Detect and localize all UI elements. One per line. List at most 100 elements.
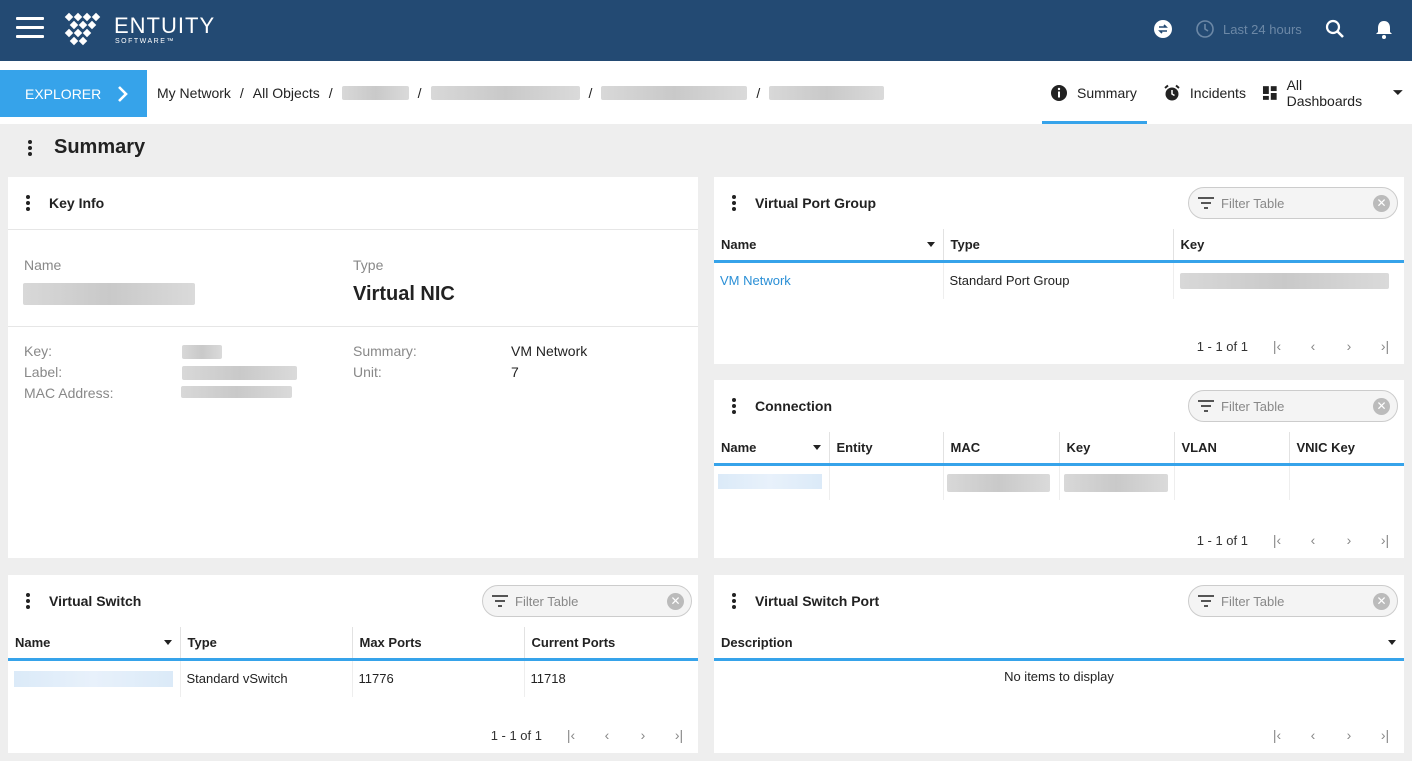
table-row[interactable]: VM Network Standard Port Group	[714, 261, 1404, 299]
summary-value: VM Network	[511, 343, 588, 359]
pagination: |‹ ‹ › ›|	[1270, 727, 1392, 743]
table-row[interactable]: Standard vSwitch 11776 11718	[8, 659, 698, 697]
filter-table-input[interactable]: Filter Table ✕	[1188, 187, 1398, 219]
column-header-key[interactable]: Key	[1059, 432, 1175, 466]
prev-page-icon[interactable]: ‹	[1306, 338, 1320, 354]
table-row[interactable]	[714, 464, 1404, 500]
panel-menu-icon[interactable]	[26, 593, 32, 609]
breadcrumb-item[interactable]: My Network	[157, 85, 231, 101]
page-header: Summary	[28, 136, 145, 159]
panel-menu-icon[interactable]	[732, 398, 738, 414]
last-page-icon[interactable]: ›|	[1378, 338, 1392, 354]
next-page-icon[interactable]: ›	[1342, 727, 1356, 743]
column-header-name[interactable]: Name	[714, 229, 944, 263]
column-header-description[interactable]: Description	[714, 627, 1404, 661]
breadcrumb-separator: /	[756, 85, 761, 101]
alarm-clock-icon	[1164, 84, 1180, 100]
panel-title: Virtual Switch Port	[755, 593, 880, 609]
sort-caret-icon[interactable]	[1388, 640, 1396, 645]
panel-menu-icon[interactable]	[732, 593, 738, 609]
sync-icon[interactable]	[1152, 18, 1174, 40]
name-value-redacted	[23, 283, 195, 305]
divider	[8, 229, 698, 230]
explorer-label: EXPLORER	[25, 85, 102, 102]
clock-icon	[1196, 20, 1214, 38]
first-page-icon[interactable]: |‹	[1270, 727, 1284, 743]
column-header-type[interactable]: Type	[180, 627, 353, 661]
cell-entity	[829, 464, 944, 500]
next-page-icon[interactable]: ›	[1342, 532, 1356, 548]
column-header-vlan[interactable]: VLAN	[1174, 432, 1290, 466]
prev-page-icon[interactable]: ‹	[1306, 727, 1320, 743]
cell-type: Standard vSwitch	[180, 659, 353, 697]
clear-icon[interactable]: ✕	[1373, 593, 1390, 610]
cell-name[interactable]	[8, 659, 181, 697]
cell-mac	[943, 464, 1060, 500]
filter-icon	[1198, 400, 1214, 412]
column-header-key[interactable]: Key	[1173, 229, 1404, 263]
search-icon[interactable]	[1324, 18, 1346, 40]
breadcrumb-item-redacted[interactable]	[430, 86, 580, 100]
filter-placeholder: Filter Table	[1221, 593, 1285, 609]
bell-icon[interactable]	[1373, 18, 1395, 40]
breadcrumb-separator: /	[417, 85, 422, 101]
panel-menu-icon[interactable]	[732, 195, 738, 211]
mac-address-label: MAC Address:	[24, 385, 114, 401]
last-page-icon[interactable]: ›|	[1378, 727, 1392, 743]
tab-summary[interactable]: Summary	[1042, 61, 1147, 124]
column-header-name[interactable]: Name	[714, 432, 830, 466]
cell-name[interactable]	[714, 464, 830, 500]
clear-icon[interactable]: ✕	[667, 593, 684, 610]
clear-icon[interactable]: ✕	[1373, 195, 1390, 212]
connection-panel: Connection Filter Table ✕ Name Entity MA…	[714, 380, 1404, 558]
clear-icon[interactable]: ✕	[1373, 398, 1390, 415]
prev-page-icon[interactable]: ‹	[600, 727, 614, 743]
sort-caret-icon[interactable]	[163, 640, 172, 645]
logo-subtext: SOFTWARE™	[115, 38, 175, 45]
cell-key	[1173, 261, 1404, 299]
next-page-icon[interactable]: ›	[1342, 338, 1356, 354]
menu-icon[interactable]	[16, 17, 44, 39]
tab-incidents[interactable]: Incidents	[1155, 61, 1254, 124]
next-page-icon[interactable]: ›	[636, 727, 650, 743]
filter-table-input[interactable]: Filter Table ✕	[1188, 390, 1398, 422]
breadcrumb-item-redacted[interactable]	[341, 86, 409, 100]
sort-caret-icon[interactable]	[812, 445, 821, 450]
panel-title: Virtual Switch	[49, 593, 142, 609]
breadcrumb-item-redacted[interactable]	[769, 86, 885, 100]
cell-name: VM Network	[714, 261, 944, 299]
column-header-entity[interactable]: Entity	[829, 432, 944, 466]
tab-all-dashboards[interactable]: All Dashboards	[1254, 61, 1412, 124]
first-page-icon[interactable]: |‹	[1270, 532, 1284, 548]
first-page-icon[interactable]: |‹	[564, 727, 578, 743]
column-header-type[interactable]: Type	[943, 229, 1174, 263]
column-header-vnic-key[interactable]: VNIC Key	[1289, 432, 1404, 466]
tab-label: Incidents	[1189, 84, 1246, 101]
column-header-mac[interactable]: MAC	[943, 432, 1060, 466]
port-group-link[interactable]: VM Network	[720, 273, 791, 288]
first-page-icon[interactable]: |‹	[1270, 338, 1284, 354]
breadcrumb-item-redacted[interactable]	[601, 86, 748, 100]
explorer-button[interactable]: EXPLORER	[0, 70, 147, 117]
breadcrumb-item[interactable]: All Objects	[253, 85, 320, 101]
last-page-icon[interactable]: ›|	[1378, 532, 1392, 548]
virtual-switch-port-table: Description No items to display	[714, 627, 1404, 693]
panel-menu-icon[interactable]	[26, 195, 32, 211]
timeframe-selector[interactable]: Last 24 hours	[1195, 19, 1302, 39]
cell-current-ports: 11718	[530, 671, 566, 687]
chevron-right-icon	[118, 85, 129, 102]
filter-table-input[interactable]: Filter Table ✕	[1188, 585, 1398, 617]
column-header-current-ports[interactable]: Current Ports	[524, 627, 698, 661]
logo-text: ENTUITY	[114, 13, 216, 38]
sort-caret-icon[interactable]	[926, 242, 935, 247]
column-header-name[interactable]: Name	[8, 627, 181, 661]
filter-table-input[interactable]: Filter Table ✕	[482, 585, 692, 617]
breadcrumb-separator: /	[588, 85, 593, 101]
column-header-max-ports[interactable]: Max Ports	[352, 627, 525, 661]
page-menu-icon[interactable]	[28, 139, 34, 156]
virtual-port-group-panel: Virtual Port Group Filter Table ✕ Name T…	[714, 177, 1404, 364]
prev-page-icon[interactable]: ‹	[1306, 532, 1320, 548]
last-page-icon[interactable]: ›|	[672, 727, 686, 743]
connection-table: Name Entity MAC Key VLAN VNIC Key	[714, 432, 1404, 500]
pagination: 1 - 1 of 1 |‹ ‹ › ›|	[1197, 532, 1392, 548]
